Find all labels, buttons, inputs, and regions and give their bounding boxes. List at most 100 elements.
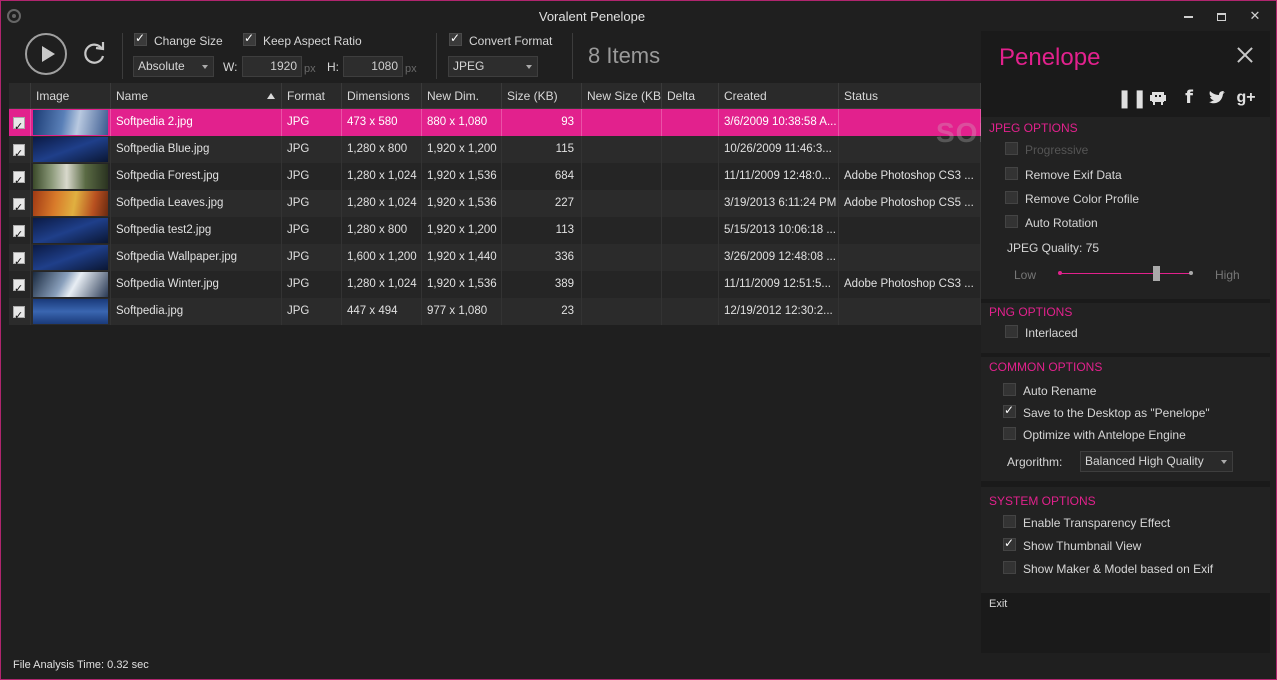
row-checkbox[interactable] — [13, 113, 25, 136]
column-header-image[interactable]: Image — [31, 83, 111, 109]
cell-size: 684 — [502, 163, 582, 190]
convert-format-checkbox[interactable] — [449, 31, 462, 46]
cell-created: 12/19/2012 12:30:2... — [719, 298, 839, 325]
row-checkbox-cell — [9, 217, 31, 244]
save-desktop-checkbox[interactable] — [1003, 403, 1016, 418]
google-plus-icon[interactable]: g+ — [1235, 87, 1257, 109]
twitter-icon[interactable] — [1206, 87, 1228, 109]
cell-new-dims: 1,920 x 1,536 — [422, 163, 502, 190]
row-checkbox-cell — [9, 190, 31, 217]
cell-new-size — [582, 244, 662, 271]
table-row[interactable]: Softpedia Forest.jpgJPG1,280 x 1,0241,92… — [9, 163, 981, 190]
remove-exif-label: Remove Exif Data — [1025, 168, 1122, 182]
toolbar-divider — [122, 33, 123, 79]
change-size-checkbox[interactable] — [134, 31, 147, 46]
progressive-checkbox[interactable] — [1005, 142, 1018, 155]
thumbnail-cell — [31, 298, 111, 325]
column-header-delta[interactable]: Delta — [662, 83, 719, 109]
maximize-button[interactable] — [1210, 7, 1232, 25]
status-bar-text: File Analysis Time: 0.32 sec — [13, 659, 149, 671]
panel-close-button[interactable] — [1237, 47, 1253, 63]
auto-rotation-checkbox[interactable] — [1005, 215, 1018, 228]
app-window: Voralent Penelope ✕ Change Size Keep Asp… — [0, 0, 1277, 680]
thumbnail-view-checkbox[interactable] — [1003, 536, 1016, 551]
cell-format: JPG — [282, 271, 342, 298]
table-row[interactable]: Softpedia Wallpaper.jpgJPG1,600 x 1,2001… — [9, 244, 981, 271]
transparency-checkbox[interactable] — [1003, 515, 1016, 528]
size-mode-select[interactable]: Absolute — [133, 56, 214, 77]
cell-name: Softpedia Winter.jpg — [111, 271, 282, 298]
refresh-icon[interactable] — [81, 39, 107, 67]
column-header-status[interactable]: Status — [839, 83, 981, 109]
thumbnail-cell — [31, 271, 111, 298]
row-checkbox[interactable] — [13, 140, 25, 163]
width-input[interactable]: 1920 — [242, 56, 302, 77]
row-checkbox[interactable] — [13, 302, 25, 325]
height-input[interactable]: 1080 — [343, 56, 403, 77]
close-window-button[interactable]: ✕ — [1244, 7, 1266, 25]
facebook-icon[interactable]: f — [1178, 87, 1200, 109]
column-header-format[interactable]: Format — [282, 83, 342, 109]
maker-model-checkbox[interactable] — [1003, 561, 1016, 574]
column-header-dimensions[interactable]: Dimensions — [342, 83, 422, 109]
minimize-button[interactable] — [1177, 7, 1199, 25]
common-options-title: COMMON OPTIONS — [989, 360, 1103, 374]
table-row[interactable]: Softpedia test2.jpgJPG1,280 x 8001,920 x… — [9, 217, 981, 244]
column-header-size[interactable]: Size (KB) — [502, 83, 582, 109]
keep-aspect-checkbox[interactable] — [243, 31, 256, 46]
row-checkbox[interactable] — [13, 248, 25, 271]
start-button[interactable] — [25, 33, 67, 75]
format-select[interactable]: JPEG — [448, 56, 538, 77]
table-row[interactable]: Softpedia Winter.jpgJPG1,280 x 1,0241,92… — [9, 271, 981, 298]
cell-new-size — [582, 163, 662, 190]
toolbar-divider — [436, 33, 437, 79]
algorithm-value: Balanced High Quality — [1085, 454, 1204, 468]
row-checkbox[interactable] — [13, 194, 25, 217]
png-options-section: PNG OPTIONS Interlaced — [981, 303, 1270, 353]
cell-new-size — [582, 109, 662, 136]
exit-link[interactable]: Exit — [989, 598, 1007, 610]
remove-color-profile-checkbox[interactable] — [1005, 191, 1018, 204]
cell-name: Softpedia Blue.jpg — [111, 136, 282, 163]
interlaced-checkbox[interactable] — [1005, 325, 1018, 338]
table-row[interactable]: Softpedia Leaves.jpgJPG1,280 x 1,0241,92… — [9, 190, 981, 217]
thumbnail-image — [33, 164, 108, 189]
cell-name: Softpedia Forest.jpg — [111, 163, 282, 190]
cell-new-dims: 1,920 x 1,440 — [422, 244, 502, 271]
pause-icon[interactable]: ❚❚ — [1117, 87, 1147, 109]
column-header-name[interactable]: Name — [111, 83, 282, 109]
optimize-checkbox[interactable] — [1003, 427, 1016, 440]
cell-format: JPG — [282, 244, 342, 271]
algorithm-select[interactable]: Balanced High Quality — [1080, 451, 1233, 472]
auto-rename-checkbox[interactable] — [1003, 383, 1016, 396]
thumbnail-image — [33, 191, 108, 216]
maximize-icon — [1216, 12, 1226, 21]
cell-format: JPG — [282, 190, 342, 217]
cell-status — [839, 244, 981, 271]
quality-slider-thumb[interactable] — [1153, 266, 1160, 281]
table-row[interactable]: Softpedia 2.jpgJPG473 x 580880 x 1,08093… — [9, 109, 981, 136]
cell-new-size — [582, 136, 662, 163]
column-header-check[interactable] — [9, 83, 31, 109]
column-header-created[interactable]: Created — [719, 83, 839, 109]
column-header-new-size[interactable]: New Size (KB) — [582, 83, 662, 109]
column-header-new-dim[interactable]: New Dim. — [422, 83, 502, 109]
window-title: Voralent Penelope — [538, 9, 646, 24]
row-checkbox[interactable] — [13, 275, 25, 298]
thumbnail-image — [33, 299, 108, 324]
close-icon: ✕ — [1249, 8, 1261, 23]
thumbnail-image — [33, 137, 108, 162]
table-row[interactable]: Softpedia Blue.jpgJPG1,280 x 8001,920 x … — [9, 136, 981, 163]
thumbnail-image — [33, 218, 108, 243]
remove-exif-checkbox[interactable] — [1005, 167, 1018, 180]
row-checkbox-cell — [9, 298, 31, 325]
table-row[interactable]: Softpedia.jpgJPG447 x 494977 x 1,08023 12… — [9, 298, 981, 325]
thumbnail-cell — [31, 109, 111, 136]
invader-icon[interactable] — [1147, 87, 1169, 109]
quality-slider-track[interactable] — [1059, 273, 1191, 274]
cell-name: Softpedia test2.jpg — [111, 217, 282, 244]
row-checkbox[interactable] — [13, 167, 25, 190]
cell-dims: 1,280 x 1,024 — [342, 190, 422, 217]
row-checkbox[interactable] — [13, 221, 25, 244]
cell-new-dims: 880 x 1,080 — [422, 109, 502, 136]
